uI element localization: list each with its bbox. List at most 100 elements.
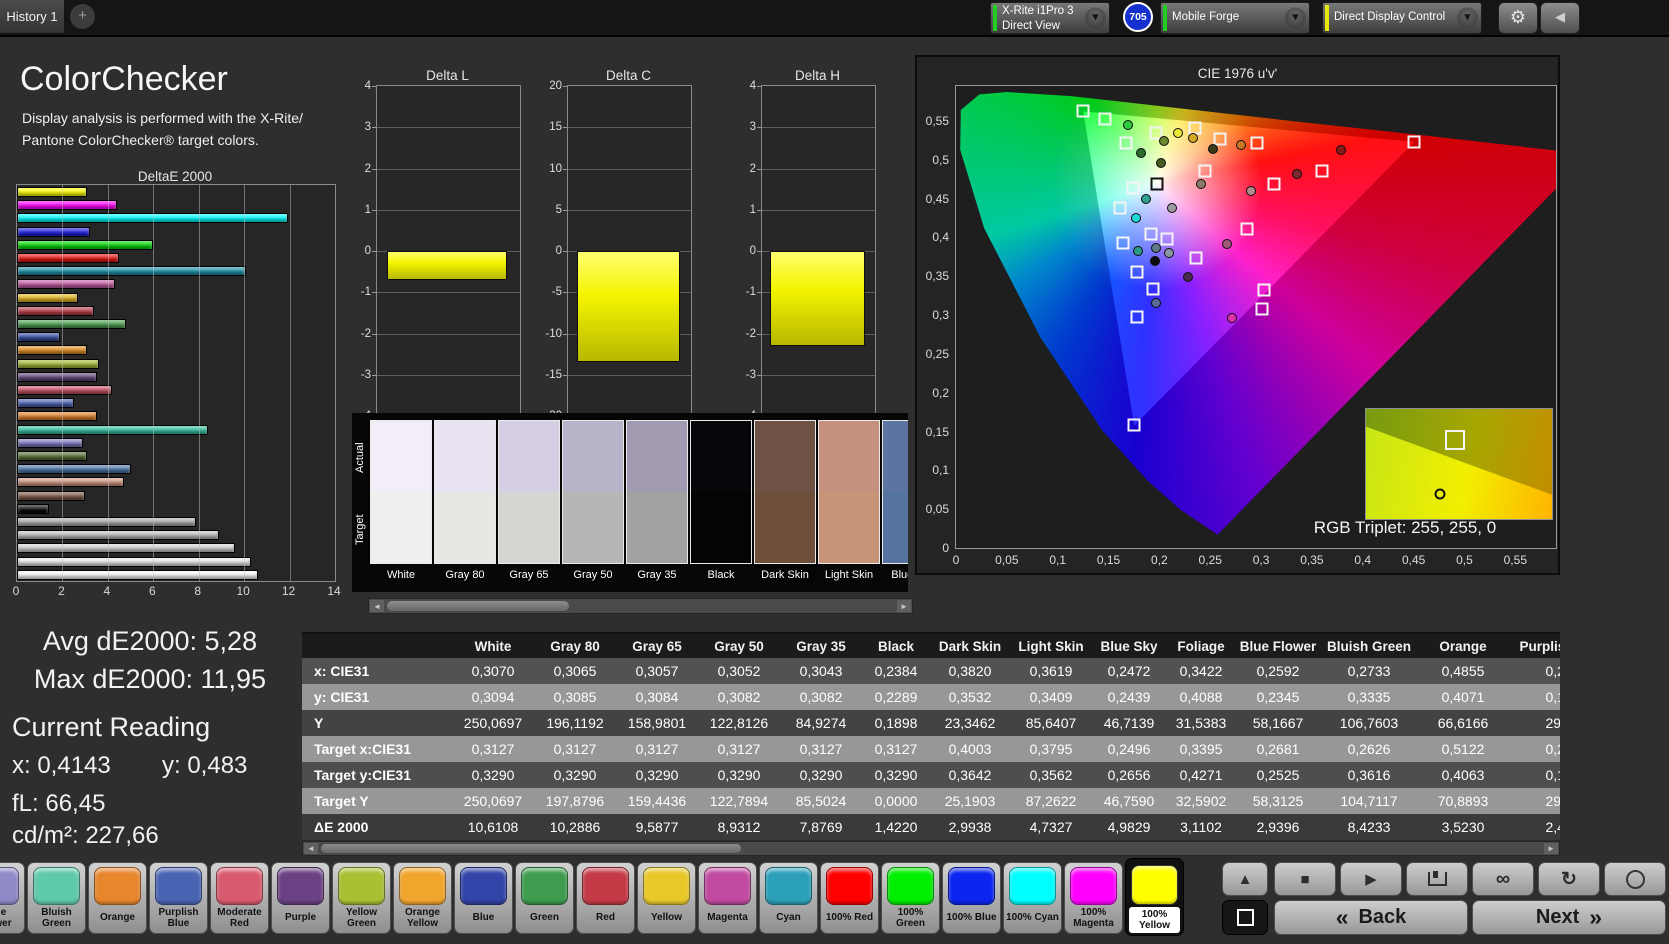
deltae-bar [17,372,97,382]
meter-dropdown[interactable]: X-Rite i1Pro 3Direct View ▼ [990,2,1110,34]
cie-x-tick: 0,5 [1456,553,1473,567]
swatch-box [434,420,496,564]
table-cell: 197,8796 [534,793,616,809]
play-button[interactable]: ▶ [1340,862,1402,896]
add-tab-button[interactable]: + [70,4,95,29]
circle-icon [1626,870,1645,889]
scroll-right-icon[interactable]: ► [897,600,911,612]
swatch-scrollbar[interactable]: ◄ ► [368,598,913,614]
table-cell: 70,8893 [1418,793,1508,809]
delta-y-tick: -1 [728,286,756,298]
table-cell: 0,3642 [930,767,1010,783]
cie-measured-marker [1164,248,1174,258]
delta-gridline [377,375,520,376]
cie-measured-marker [1236,140,1246,150]
cie-target-marker [1131,265,1144,278]
swatch-actual [755,421,815,492]
swatch-target [627,492,687,563]
patch-button-blue[interactable]: Blue [454,862,513,934]
table-scrollbar[interactable]: ◄ ► [302,841,1560,856]
chevron-down-icon: ▼ [1285,8,1306,29]
patch-button-100-magenta[interactable]: 100% Magenta [1064,862,1123,934]
deltae-bar [17,306,94,316]
extra-transport-button[interactable] [1604,862,1666,896]
pattern-dropdown[interactable]: Direct Display Control ▼ [1322,2,1482,34]
patch-button-100-cyan[interactable]: 100% Cyan [1003,862,1062,934]
patch-button-cyan[interactable]: Cyan [759,862,818,934]
swatch-box [882,420,908,564]
collapse-pattern-bar-button[interactable]: ▲ [1222,862,1268,896]
patch-button-yellow-green[interactable]: Yellow Green [332,862,391,934]
patch-button-orange[interactable]: Orange [88,862,147,934]
meter-status-stripe [993,5,997,31]
pattern-window-button[interactable] [1222,900,1268,935]
patch-button-100-blue[interactable]: 100% Blue [942,862,1001,934]
table-row: Target y:CIE310,32900,32900,32900,32900,… [302,762,1560,788]
next-button[interactable]: Next » [1472,900,1666,935]
table-cell: 0,213 [1508,663,1560,679]
table-cell: 0,3084 [616,689,698,705]
patch-button-bluish-green[interactable]: Bluish Green [27,862,86,934]
swatch-light-skin: Light Skin [818,420,880,581]
patch-color-swatch [765,867,812,905]
patch-color-swatch [948,867,995,905]
stop-button[interactable]: ■ [1274,862,1336,896]
table-cell: 0,2525 [1236,767,1320,783]
deltae-bar [17,517,196,527]
table-cell: 9,5877 [616,819,698,835]
table-cell: 0,3052 [698,663,780,679]
cie-chart-title: CIE 1976 u'v' [915,66,1560,81]
cie-target-marker [1151,178,1164,191]
patch-color-swatch [33,867,80,905]
page-title: ColorChecker [20,60,228,99]
deltae-x-tick: 12 [282,584,295,598]
patch-button-yellow[interactable]: Yellow [637,862,696,934]
next-button-label: Next [1536,906,1579,929]
table-row: Target x:CIE310,31270,31270,31270,31270,… [302,736,1560,762]
patch-button-magenta[interactable]: Magenta [698,862,757,934]
cie-x-tick: 0,35 [1300,553,1323,567]
patch-button-100-yellow[interactable]: 100% Yellow [1125,858,1184,936]
scroll-left-icon[interactable]: ◄ [304,843,318,854]
patch-button-red[interactable]: Red [576,862,635,934]
patch-button-green[interactable]: Green [515,862,574,934]
collapse-panel-icon[interactable]: ◀ [1540,2,1580,34]
cie-target-marker [1316,164,1329,177]
patch-button-100-red[interactable]: 100% Red [820,862,879,934]
table-cell: 0,0000 [862,793,930,809]
delta-h-title: Delta H [761,68,874,83]
deltae-bar [17,451,87,461]
patch-button-100-green[interactable]: 100% Green [881,862,940,934]
table-cell: 2,9938 [930,819,1010,835]
refresh-button[interactable]: ↻ [1538,862,1600,896]
deltae-bar [17,279,115,289]
scrollbar-thumb[interactable] [387,601,569,611]
scroll-left-icon[interactable]: ◄ [370,600,384,612]
cie-measured-marker [1183,272,1193,282]
table-row-label: y: CIE31 [302,689,452,705]
swatch-box [818,420,880,564]
scroll-right-icon[interactable]: ► [1544,843,1558,854]
patch-button-moderate-red[interactable]: Moderate Red [210,862,269,934]
continuous-loop-button[interactable]: ∞ [1472,862,1534,896]
patch-button-purple[interactable]: Purple [271,862,330,934]
patch-color-swatch [0,867,19,905]
scrollbar-thumb[interactable] [321,844,741,853]
gear-icon[interactable]: ⚙ [1498,2,1538,34]
source-dropdown[interactable]: Mobile Forge ▼ [1160,2,1310,34]
tab-history-1[interactable]: History 1 [0,0,64,33]
table-cell: 0,2496 [1092,741,1166,757]
back-button[interactable]: « Back [1274,900,1468,935]
page-description: Display analysis is performed with the X… [22,108,352,151]
table-cell: 122,7894 [698,793,780,809]
patch-button-orange-yellow[interactable]: Orange Yellow [393,862,452,934]
patch-button-label: Green [517,905,572,931]
patch-button-purplish-blue[interactable]: Purplish Blue [149,862,208,934]
table-cell: 0,3290 [698,767,780,783]
meter-count-badge[interactable]: 705 [1123,2,1153,32]
save-reading-button[interactable] [1406,862,1468,896]
patch-button-blue-flower[interactable]: Blue Flower [0,862,25,934]
table-cell: 0,2592 [1236,663,1320,679]
table-cell: 0,192 [1508,767,1560,783]
cie-x-tick: 0,45 [1402,553,1425,567]
